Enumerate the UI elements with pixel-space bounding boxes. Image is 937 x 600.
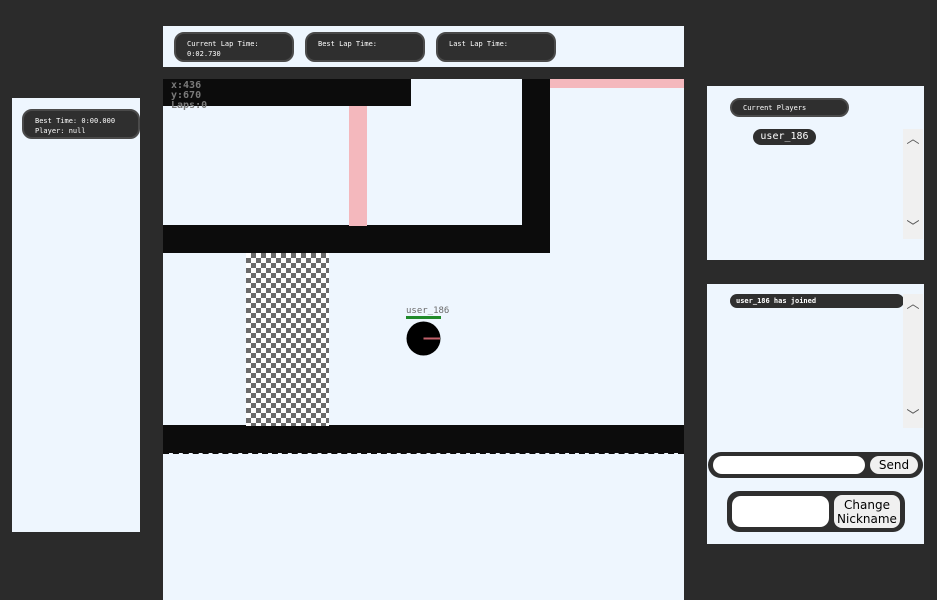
last-lap-label: Last Lap Time: xyxy=(449,40,509,48)
chat-panel: user_186 has joined ︿ ﹀ Send Change Nick… xyxy=(707,284,924,544)
chevron-up-icon[interactable]: ︿ xyxy=(903,298,923,312)
current-lap-label: Current Lap Time: xyxy=(187,40,259,48)
chevron-down-icon[interactable]: ﹀ xyxy=(903,410,923,424)
players-scrollbar[interactable]: ︿ ﹀ xyxy=(903,129,923,239)
track-wall-middle xyxy=(163,225,550,253)
change-nickname-button[interactable]: Change Nickname xyxy=(834,495,900,528)
chat-input[interactable] xyxy=(713,456,865,474)
game-canvas[interactable]: x:436 y:670 Laps:0 user_186 xyxy=(163,79,684,600)
player-health-bar xyxy=(406,316,441,319)
best-time-panel: Best Time: 0:00.000 Player: null xyxy=(12,98,140,532)
best-player-text: Player: null xyxy=(35,127,86,135)
player-list-item: user_186 xyxy=(753,129,816,145)
chat-message: user_186 has joined xyxy=(730,294,904,308)
laps-readout: Laps:0 xyxy=(171,100,208,111)
finish-line-checkered xyxy=(246,253,329,426)
send-button[interactable]: Send xyxy=(870,456,918,474)
current-lap-time-box: Current Lap Time: 0:02.730 xyxy=(174,32,294,62)
best-time-text: Best Time: 0:00.000 xyxy=(35,117,116,125)
chevron-up-icon[interactable]: ︿ xyxy=(903,133,923,147)
player-nameplate: user_186 xyxy=(406,306,450,316)
player-car xyxy=(406,321,441,356)
best-lap-time-box: Best Lap Time: xyxy=(305,32,425,62)
current-players-header: Current Players xyxy=(730,98,849,117)
track-dashed-edge xyxy=(163,452,684,454)
lap-times-bar: Current Lap Time: 0:02.730 Best Lap Time… xyxy=(163,26,684,67)
chat-scrollbar[interactable]: ︿ ﹀ xyxy=(903,294,923,428)
current-players-panel: Current Players user_186 ︿ ﹀ xyxy=(707,86,924,260)
best-time-box: Best Time: 0:00.000 Player: null xyxy=(22,109,140,139)
last-lap-time-box: Last Lap Time: xyxy=(436,32,556,62)
chat-send-bar: Send xyxy=(708,452,923,478)
nickname-input[interactable] xyxy=(732,496,829,527)
nickname-bar: Change Nickname xyxy=(727,491,905,532)
current-players-title: Current Players xyxy=(743,104,807,112)
checkpoint-barrier-horizontal xyxy=(550,79,684,88)
chevron-down-icon[interactable]: ﹀ xyxy=(903,221,923,235)
current-lap-value: 0:02.730 xyxy=(187,50,221,58)
checkpoint-barrier-vertical xyxy=(349,106,367,226)
best-lap-label: Best Lap Time: xyxy=(318,40,378,48)
track-wall-bottom xyxy=(163,425,684,453)
